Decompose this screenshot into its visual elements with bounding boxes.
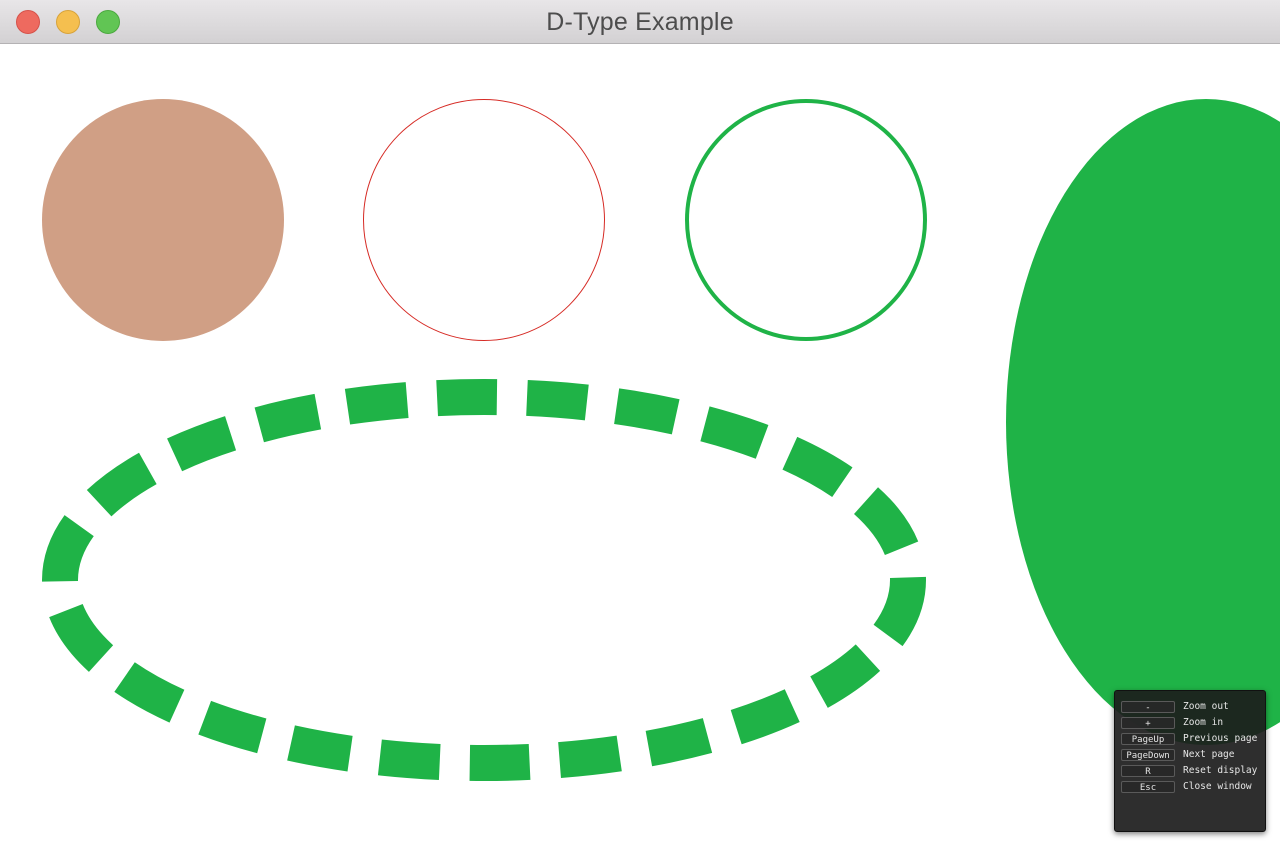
zoom-in-key[interactable]: +	[1121, 717, 1175, 729]
reset-key[interactable]: R	[1121, 765, 1175, 777]
page-up-key[interactable]: PageUp	[1121, 733, 1175, 745]
shortcut-row: + Zoom in	[1115, 715, 1265, 731]
close-window-label: Close window	[1183, 781, 1252, 792]
title-bar[interactable]: D-Type Example	[0, 0, 1280, 44]
dashed-ellipse-shape	[42, 379, 926, 781]
zoom-out-label: Zoom out	[1183, 701, 1229, 712]
page-down-key[interactable]: PageDown	[1121, 749, 1175, 761]
filled-ellipse-shape	[1006, 99, 1280, 745]
keyboard-shortcuts-panel: - Zoom out + Zoom in PageUp Previous pag…	[1114, 690, 1266, 832]
window-title: D-Type Example	[546, 8, 734, 36]
drawing-svg	[42, 99, 1280, 781]
shortcut-row: - Zoom out	[1115, 699, 1265, 715]
shortcut-row: R Reset display	[1115, 763, 1265, 779]
thin-outline-circle-shape	[363, 99, 605, 341]
shortcut-row: Esc Close window	[1115, 779, 1265, 795]
escape-key[interactable]: Esc	[1121, 781, 1175, 793]
drawing-canvas[interactable]	[0, 44, 1280, 844]
shortcut-row: PageUp Previous page	[1115, 731, 1265, 747]
reset-display-label: Reset display	[1183, 765, 1258, 776]
next-page-label: Next page	[1183, 749, 1235, 760]
filled-circle-shape	[42, 99, 284, 341]
app-window: D-Type Example - Zoom out + Zoom in Page…	[0, 0, 1280, 844]
zoom-in-label: Zoom in	[1183, 717, 1224, 728]
shortcut-row: PageDown Next page	[1115, 747, 1265, 763]
thick-outline-circle-shape	[685, 99, 927, 341]
zoom-out-key[interactable]: -	[1121, 701, 1175, 713]
previous-page-label: Previous page	[1183, 733, 1258, 744]
